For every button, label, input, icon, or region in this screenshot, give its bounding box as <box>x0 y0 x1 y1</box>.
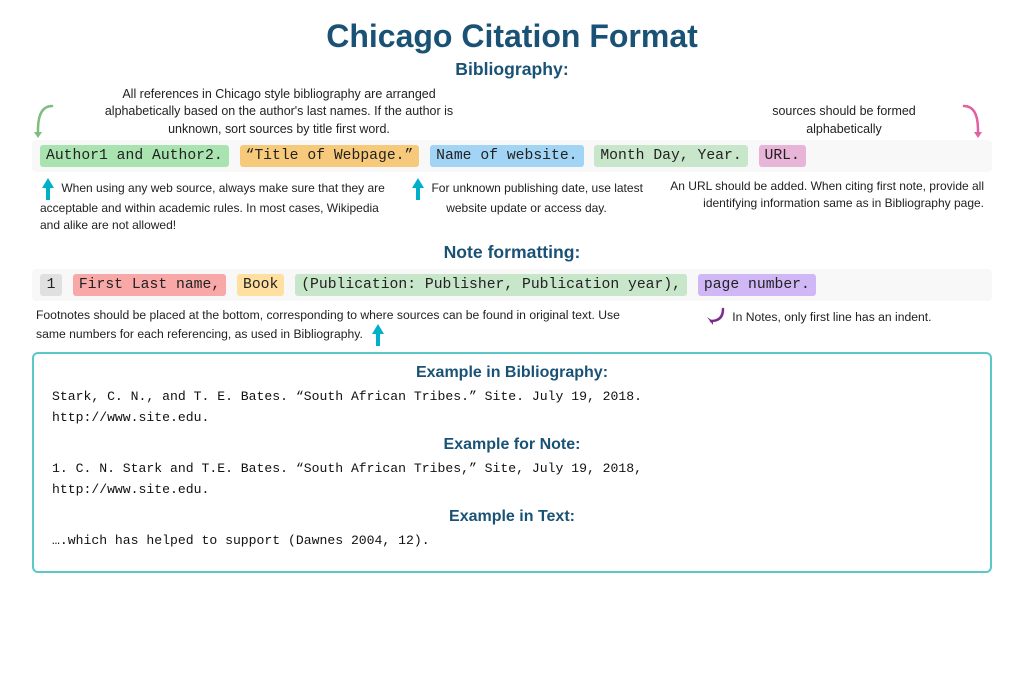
bib-right-note: sources should be formed alphabetically <box>754 103 934 138</box>
cite-title: “Title of Webpage.” <box>240 145 420 167</box>
ex-note-text: 1. C. N. Stark and T.E. Bates. “South Af… <box>52 458 972 500</box>
citation-row-note: 1 First Last name, Book (Publication: Pu… <box>32 269 992 301</box>
note-bottom-annot-row: Footnotes should be placed at the bottom… <box>32 307 992 346</box>
bib-right-note-wrap: sources should be formed alphabetically <box>754 102 984 138</box>
arrow-up-left-icon <box>40 178 56 200</box>
cite-url: URL. <box>759 145 806 167</box>
bib-note-left-text: When using any web source, always make s… <box>40 182 385 233</box>
cite-book: Book <box>237 274 284 296</box>
arrow-up-note-icon <box>370 324 386 346</box>
bib-note-right-text: An URL should be added. When citing firs… <box>670 179 984 210</box>
cite-pub: (Publication: Publisher, Publication yea… <box>295 274 687 296</box>
cite-num: 1 <box>40 274 62 296</box>
bib-left-note: All references in Chicago style bibliogr… <box>94 86 464 138</box>
note-section-title: Note formatting: <box>32 242 992 263</box>
cite-website: Name of website. <box>430 145 583 167</box>
ex-bib-title: Example in Bibliography: <box>52 364 972 382</box>
arrow-up-mid-icon <box>410 178 426 200</box>
ex-bib-text: Stark, C. N., and T. E. Bates. “South Af… <box>52 386 972 428</box>
cite-date: Month Day, Year. <box>594 145 747 167</box>
bib-note-mid: For unknown publishing date, use latest … <box>392 178 661 217</box>
ex-note-title: Example for Note: <box>52 436 972 454</box>
bib-note-right: An URL should be added. When citing firs… <box>661 178 992 212</box>
cite-page: page number. <box>698 274 816 296</box>
ex-text-title: Example in Text: <box>52 508 972 526</box>
bib-top-notes-row: All references in Chicago style bibliogr… <box>32 86 992 138</box>
ex-text-text: ….which has helped to support (Dawnes 20… <box>52 530 972 551</box>
bib-left-note-wrap: All references in Chicago style bibliogr… <box>32 86 464 138</box>
page: Chicago Citation Format Bibliography: Al… <box>0 0 1024 591</box>
arrow-indent-icon <box>705 307 727 329</box>
note-note-left-text: Footnotes should be placed at the bottom… <box>36 308 620 341</box>
bib-note-mid-text: For unknown publishing date, use latest … <box>431 182 642 216</box>
note-note-right: In Notes, only first line has an indent. <box>644 307 992 329</box>
note-note-left: Footnotes should be placed at the bottom… <box>32 307 644 346</box>
cite-name: First Last name, <box>73 274 226 296</box>
arrow-right-icon <box>956 102 984 138</box>
arrow-left-icon <box>32 102 60 138</box>
bib-bottom-annot-row: When using any web source, always make s… <box>32 178 992 234</box>
citation-row-bib: Author1 and Author2. “Title of Webpage.”… <box>32 140 992 172</box>
bib-note-left: When using any web source, always make s… <box>32 178 392 234</box>
page-title: Chicago Citation Format <box>32 18 992 55</box>
cite-author: Author1 and Author2. <box>40 145 229 167</box>
note-note-right-text: In Notes, only first line has an indent. <box>732 310 931 324</box>
example-section: Example in Bibliography: Stark, C. N., a… <box>32 352 992 573</box>
bib-section-title: Bibliography: <box>32 59 992 80</box>
